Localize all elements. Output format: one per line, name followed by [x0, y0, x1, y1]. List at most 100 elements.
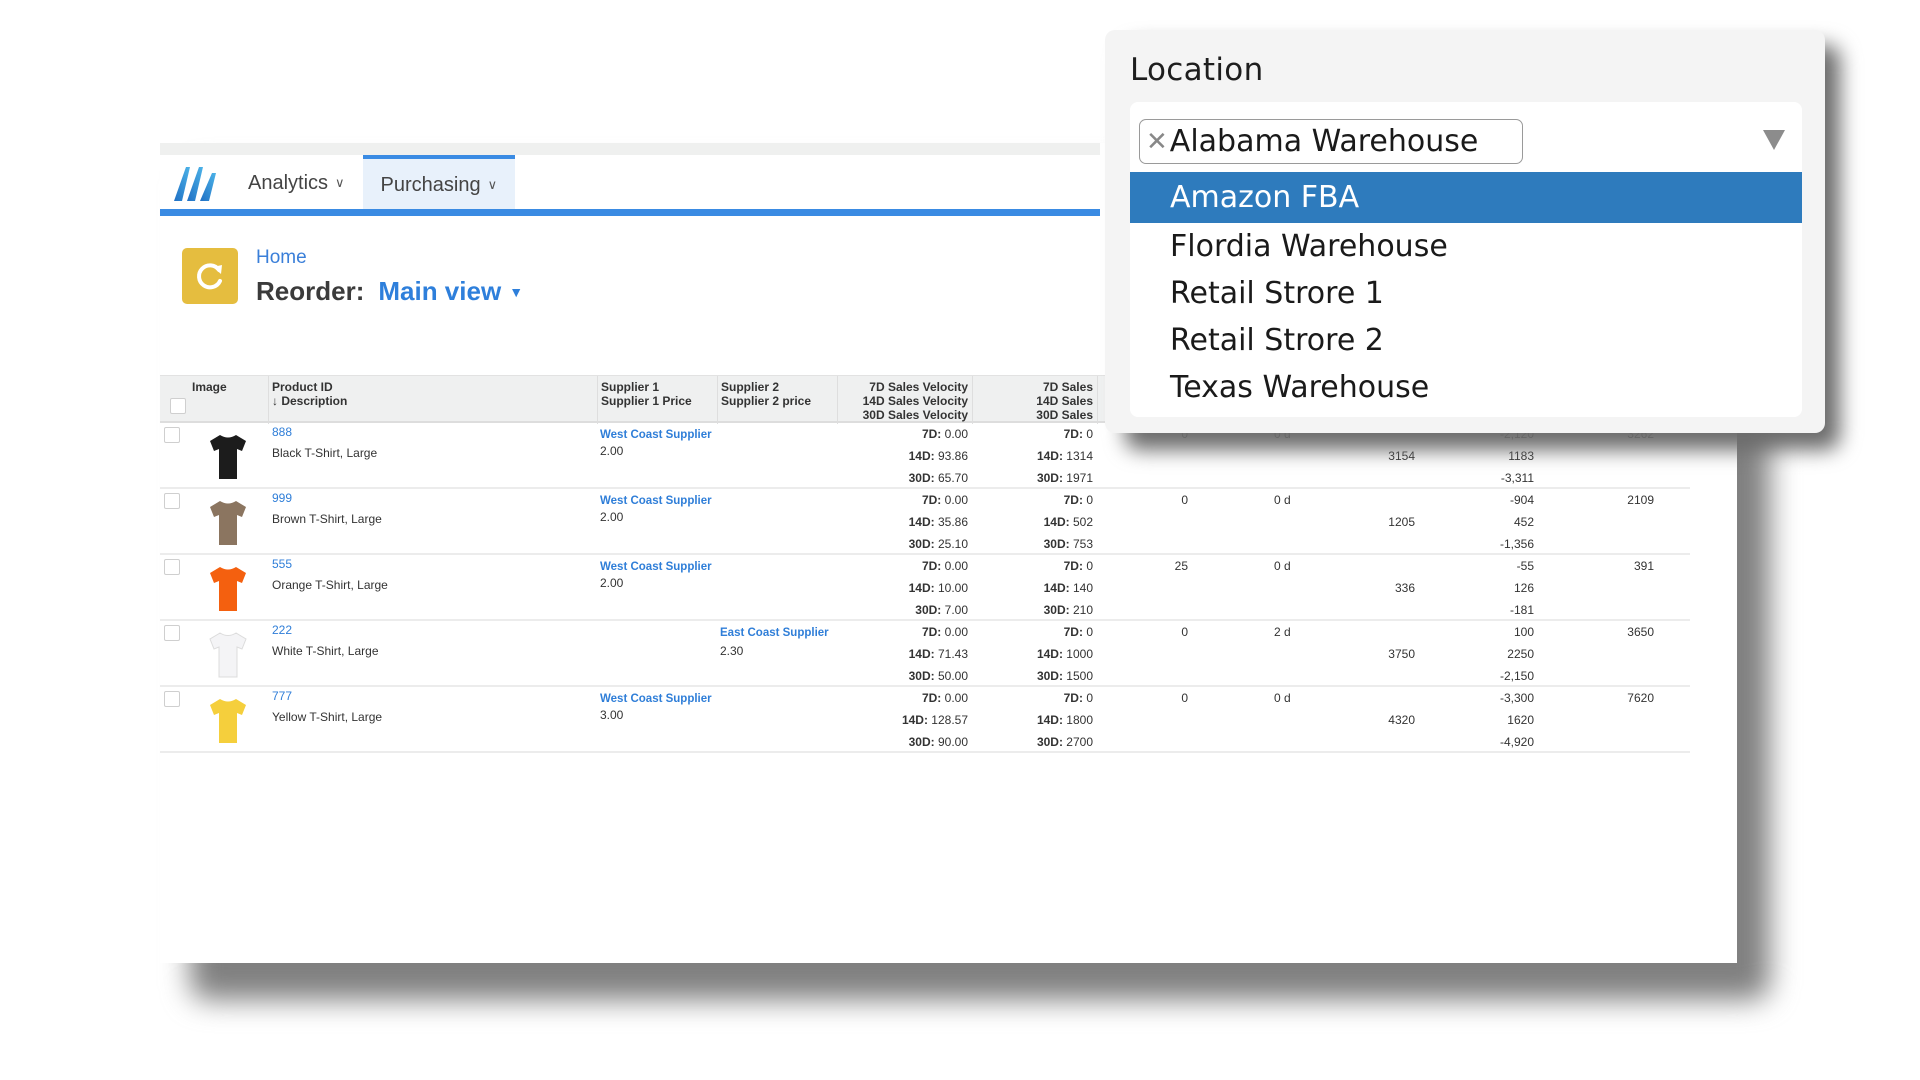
- label-7d: 7D:: [1063, 625, 1083, 639]
- page-title-text: Reorder:: [256, 276, 365, 306]
- velocity-30d: 50.00: [937, 669, 968, 683]
- label-30d: 30D:: [1043, 537, 1070, 551]
- table-row[interactable]: 777 Yellow T-Shirt, Large West Coast Sup…: [160, 687, 1690, 753]
- quantity-value: 0: [1181, 691, 1188, 705]
- projection-value-c: -181: [1509, 603, 1534, 617]
- projection-value-a: -55: [1516, 559, 1534, 573]
- label-14d: 14D:: [908, 647, 935, 661]
- sales: 7D: 0 14D: 502 30D: 753: [975, 489, 1093, 555]
- label-14d: 14D:: [1036, 647, 1063, 661]
- location-option[interactable]: Retail Strore 2: [1130, 317, 1802, 364]
- clear-icon[interactable]: ✕: [1146, 127, 1168, 157]
- col-supplier1[interactable]: Supplier 1 Supplier 1 Price: [601, 380, 692, 408]
- chevron-down-icon: ∨: [335, 175, 345, 190]
- breadcrumb-home[interactable]: Home: [256, 247, 307, 269]
- label-30d: 30D:: [915, 603, 942, 617]
- product-id-link[interactable]: 888: [272, 425, 292, 439]
- column-divider: [597, 376, 598, 424]
- label-30d: 30D:: [908, 669, 935, 683]
- product-id-link[interactable]: 999: [272, 491, 292, 505]
- product-id-link[interactable]: 777: [272, 689, 292, 703]
- label-7d: 7D:: [921, 559, 942, 573]
- supplier1-link[interactable]: West Coast Supplier: [600, 429, 712, 441]
- location-option[interactable]: Flordia Warehouse: [1130, 223, 1802, 270]
- location-option[interactable]: Retail Strore 1: [1130, 270, 1802, 317]
- col-supplier2[interactable]: Supplier 2 Supplier 2 price: [721, 380, 811, 408]
- row-checkbox[interactable]: [164, 625, 180, 641]
- product-description: Orange T-Shirt, Large: [272, 578, 388, 592]
- row-checkbox[interactable]: [164, 691, 180, 707]
- row-checkbox[interactable]: [164, 559, 180, 575]
- location-options-list: Amazon FBA Flordia Warehouse Retail Strore…: [1130, 172, 1802, 411]
- product-image: [210, 501, 246, 545]
- supplier1-link[interactable]: West Coast Supplier: [600, 693, 712, 705]
- product-image: [210, 567, 246, 611]
- label-7d: 7D:: [1063, 691, 1083, 705]
- reorder-qty-value: 3650: [1627, 625, 1654, 639]
- label-7d: 7D:: [921, 427, 942, 441]
- quantity-value: 0: [1181, 493, 1188, 507]
- column-divider: [268, 376, 269, 424]
- projection-value-b: 452: [1513, 515, 1534, 529]
- location-option[interactable]: Texas Warehouse: [1130, 364, 1802, 411]
- view-selector-label: Main view: [378, 276, 502, 306]
- col-product-id[interactable]: Product ID ↓ Description: [272, 380, 347, 408]
- sales-velocity: 7D: 0.00 14D: 35.86 30D: 25.10: [840, 489, 968, 555]
- product-image: [210, 435, 246, 479]
- location-select[interactable]: ✕ Alabama Warehouse Amazon FBA Flordia Wa…: [1130, 102, 1802, 417]
- table-row[interactable]: 555 Orange T-Shirt, Large West Coast Sup…: [160, 555, 1690, 621]
- app-logo[interactable]: [168, 155, 230, 211]
- table-row[interactable]: 222 White T-Shirt, Large East Coast Supp…: [160, 621, 1690, 687]
- location-label: Location: [1130, 52, 1264, 88]
- select-all-checkbox[interactable]: [170, 398, 186, 414]
- supplier2-link[interactable]: East Coast Supplier: [720, 627, 829, 639]
- sales: 7D: 0 14D: 1000 30D: 1500: [975, 621, 1093, 687]
- label-14d: 14D:: [908, 515, 935, 529]
- nav-top-strip: [160, 143, 1100, 155]
- label-30d: 30D:: [1036, 735, 1063, 749]
- nav-purchasing-label: Purchasing: [380, 173, 481, 196]
- quantity-value: 0: [1181, 625, 1188, 639]
- dropdown-arrow-icon[interactable]: [1763, 130, 1785, 150]
- supplier1-link[interactable]: West Coast Supplier: [600, 561, 712, 573]
- row-checkbox[interactable]: [164, 427, 180, 443]
- label-7d: 7D:: [1063, 493, 1083, 507]
- supplier1-price: 2.00: [600, 576, 624, 590]
- nav-analytics[interactable]: Analytics ∨: [230, 155, 363, 211]
- row-checkbox[interactable]: [164, 493, 180, 509]
- location-option[interactable]: Amazon FBA: [1130, 172, 1802, 223]
- col-description-label: ↓ Description: [272, 394, 348, 408]
- col-sales[interactable]: 7D Sales 14D Sales 30D Sales: [975, 380, 1093, 422]
- reorder-qty-value: 7620: [1627, 691, 1654, 705]
- supplier1-price: 3.00: [600, 708, 624, 722]
- stock-projection: -3,300 1620 -4,920: [1460, 687, 1534, 753]
- label-14d: 14D:: [901, 713, 928, 727]
- label-14d: 14D:: [908, 581, 935, 595]
- col-image[interactable]: Image: [192, 380, 227, 394]
- label-30d: 30D:: [908, 471, 935, 485]
- nav-accent-bar: [160, 209, 1100, 216]
- table-body: 888 Black T-Shirt, Large West Coast Supp…: [160, 423, 1690, 753]
- product-id-link[interactable]: 222: [272, 623, 292, 637]
- sales-velocity: 7D: 0.00 14D: 128.57 30D: 90.00: [840, 687, 968, 753]
- label-7d: 7D:: [921, 625, 942, 639]
- location-selected-tag[interactable]: ✕ Alabama Warehouse: [1139, 119, 1523, 164]
- label-30d: 30D:: [908, 735, 935, 749]
- projection-value-b: 1620: [1507, 713, 1534, 727]
- col-sales-velocity[interactable]: 7D Sales Velocity 14D Sales Velocity 30D…: [840, 380, 968, 422]
- view-selector[interactable]: Main view ▼: [378, 276, 523, 307]
- velocity-7d: 0.00: [944, 625, 968, 639]
- table-row[interactable]: 999 Brown T-Shirt, Large West Coast Supp…: [160, 489, 1690, 555]
- supplier1-link[interactable]: West Coast Supplier: [600, 495, 712, 507]
- product-id-link[interactable]: 555: [272, 557, 292, 571]
- lead-time-value: 0 d: [1274, 559, 1291, 573]
- column-divider: [1097, 376, 1098, 424]
- nav-purchasing[interactable]: Purchasing ∨: [362, 155, 516, 211]
- label-14d: 14D:: [1043, 581, 1070, 595]
- projection-value-b: 2250: [1507, 647, 1534, 661]
- sales: 7D: 0 14D: 1314 30D: 1971: [975, 423, 1093, 489]
- sales-30d: 2700: [1066, 735, 1093, 749]
- sales-7d: 0: [1086, 625, 1093, 639]
- sales: 7D: 0 14D: 140 30D: 210: [975, 555, 1093, 621]
- supplier1-price: 2.00: [600, 510, 624, 524]
